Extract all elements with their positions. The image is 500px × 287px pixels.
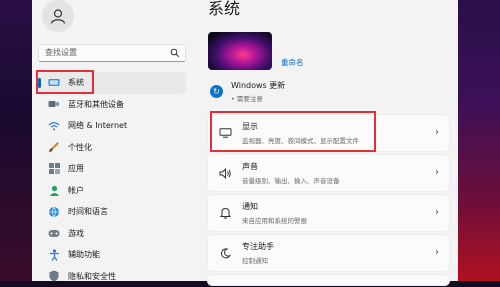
- privacy-icon: [48, 270, 60, 282]
- search-input[interactable]: 查找设置: [38, 44, 186, 62]
- sidebar-item-bluetooth[interactable]: 蓝牙和其他设备: [32, 94, 192, 116]
- system-icon: [48, 77, 60, 89]
- notifications-card[interactable]: 通知 来自应用和系统的警报 ›: [208, 195, 449, 231]
- windows-update-status[interactable]: ↻ Windows 更新 • 需要注意: [210, 80, 285, 103]
- accessibility-icon: [48, 249, 60, 261]
- desktop-wallpaper-left: [0, 0, 32, 281]
- wallpaper-thumbnail: [208, 32, 272, 70]
- sidebar-item-label: 网络 & Internet: [68, 120, 127, 131]
- search-placeholder: 查找设置: [45, 48, 77, 57]
- sound-card[interactable]: 声音 音量级别、输出、输入、声音设备 ›: [208, 155, 449, 191]
- card-subtitle: 控制通知: [242, 255, 274, 265]
- card-subtitle: 监视器、亮度、夜间模式、显示配置文件: [242, 135, 359, 145]
- sidebar-item-time-language[interactable]: 时间和语言: [32, 201, 192, 223]
- card-title: 通知: [242, 201, 307, 212]
- page-title: 系统: [208, 0, 240, 18]
- sidebar-item-label: 游戏: [68, 228, 84, 239]
- sidebar-item-network[interactable]: 网络 & Internet: [32, 115, 192, 137]
- card-title: 专注助手: [242, 241, 274, 252]
- focus-assist-icon: [218, 248, 232, 259]
- card-subtitle: 来自应用和系统的警报: [242, 215, 307, 225]
- windows-update-subtitle: • 需要注意: [231, 93, 285, 103]
- display-icon: [218, 128, 232, 138]
- settings-window: 查找设置 系统 蓝牙和其他设备 网络 & Internet: [32, 0, 458, 281]
- chevron-right-icon: ›: [435, 207, 439, 218]
- partial-card[interactable]: [208, 275, 449, 285]
- sidebar-item-gaming[interactable]: 游戏: [32, 223, 192, 245]
- personalization-icon: [48, 141, 60, 153]
- sidebar-item-label: 时间和语言: [68, 206, 108, 217]
- sidebar-item-apps[interactable]: 应用: [32, 158, 192, 180]
- sidebar-item-label: 应用: [68, 163, 84, 174]
- apps-icon: [48, 163, 60, 175]
- chevron-right-icon: ›: [435, 247, 439, 258]
- sidebar-nav: 系统 蓝牙和其他设备 网络 & Internet 个性化 应用: [32, 72, 192, 287]
- sidebar-item-label: 蓝牙和其他设备: [68, 99, 124, 110]
- selection-indicator: [38, 78, 41, 88]
- notification-icon: [218, 207, 232, 219]
- chevron-right-icon: ›: [435, 167, 439, 178]
- card-subtitle: 音量级别、输出、输入、声音设备: [242, 175, 340, 185]
- chevron-right-icon: ›: [435, 127, 439, 138]
- sound-icon: [218, 168, 232, 179]
- card-title: 显示: [242, 121, 359, 132]
- rename-link[interactable]: 重命名: [281, 57, 304, 68]
- sidebar-item-label: 个性化: [68, 142, 92, 153]
- card-title: 声音: [242, 161, 340, 172]
- sidebar-item-system[interactable]: 系统: [36, 72, 186, 94]
- focus-assist-card[interactable]: 专注助手 控制通知 ›: [208, 235, 449, 271]
- avatar[interactable]: [42, 0, 74, 32]
- display-card[interactable]: 显示 监视器、亮度、夜间模式、显示配置文件 ›: [208, 115, 449, 151]
- windows-update-title: Windows 更新: [231, 80, 285, 91]
- time-language-icon: [48, 206, 60, 218]
- sidebar-item-privacy[interactable]: 隐私和安全性: [32, 266, 192, 287]
- sidebar-item-personalization[interactable]: 个性化: [32, 137, 192, 159]
- sidebar-item-label: 系统: [68, 77, 84, 88]
- gaming-icon: [48, 227, 60, 239]
- bluetooth-icon: [48, 98, 60, 110]
- desktop-wallpaper-right: [458, 0, 500, 281]
- refresh-icon: ↻: [210, 85, 223, 98]
- search-icon: [170, 48, 180, 58]
- sidebar-item-label: 辅助功能: [68, 249, 100, 260]
- sidebar-item-label: 隐私和安全性: [68, 271, 116, 282]
- user-icon: [49, 7, 67, 25]
- sidebar-item-label: 帐户: [68, 185, 84, 196]
- sidebar-item-accessibility[interactable]: 辅助功能: [32, 244, 192, 266]
- account-icon: [48, 184, 60, 196]
- network-icon: [48, 120, 60, 132]
- sidebar-item-accounts[interactable]: 帐户: [32, 180, 192, 202]
